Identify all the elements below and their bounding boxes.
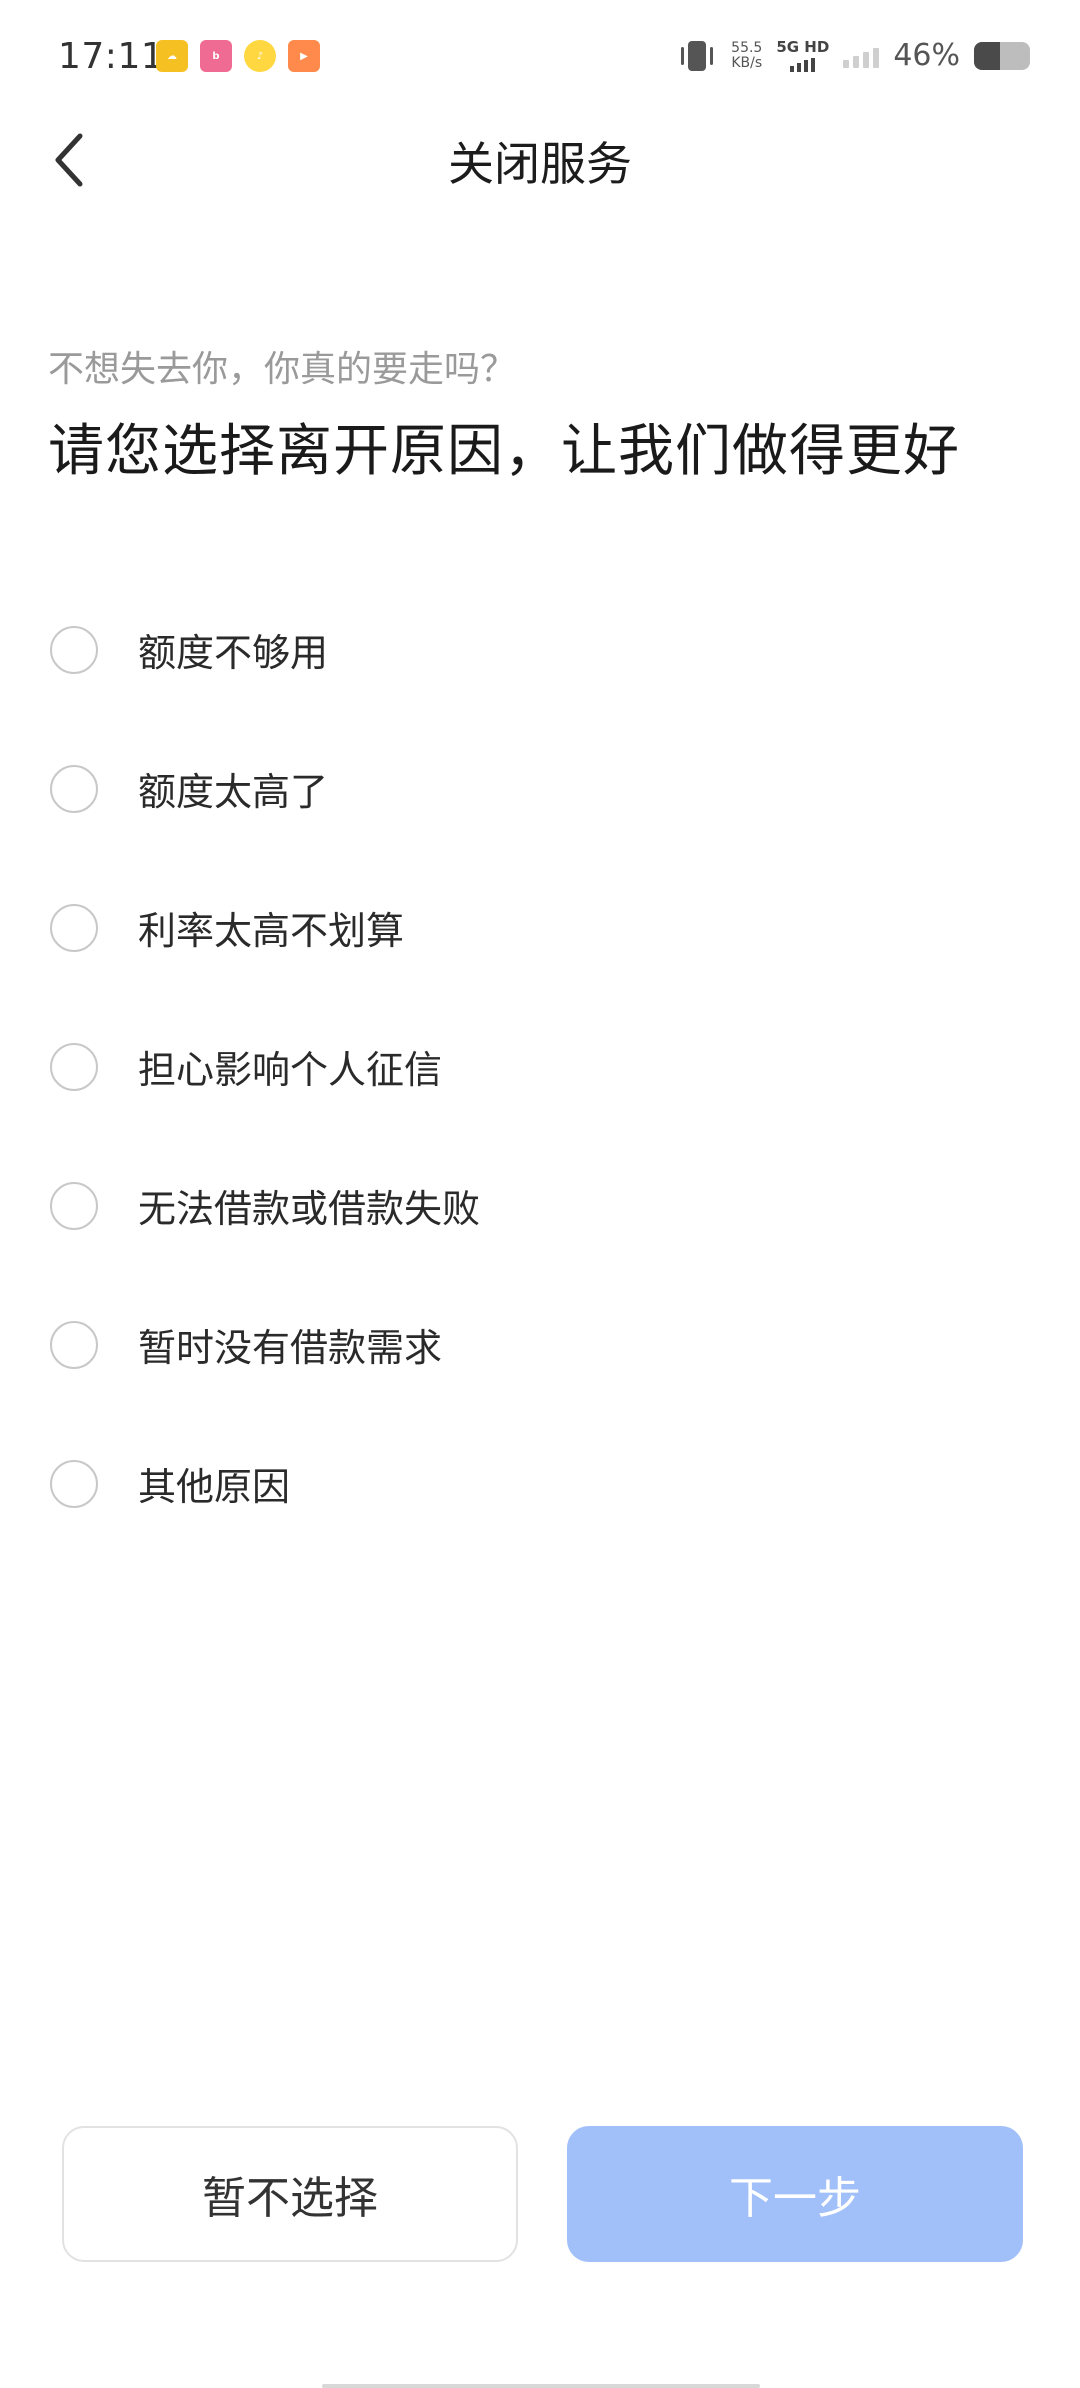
reason-options-list: 额度不够用 额度太高了 利率太高不划算 担心影响个人征信 无法借款或借款失败 暂… <box>0 580 1080 1553</box>
mobile-signal-icon <box>776 58 829 72</box>
network-type: 5G HD <box>776 39 829 72</box>
notification-icons: ☁ b ♪ ▶ <box>156 40 320 72</box>
close-service-page: 17:11 ☁ b ♪ ▶ 55.5 KB/s 5G HD 46% 关闭服务 不… <box>0 0 1080 2388</box>
status-time: 17:11 <box>58 36 165 77</box>
reason-option[interactable]: 利率太高不划算 <box>0 858 1080 997</box>
radio-button[interactable] <box>50 903 98 952</box>
battery-icon <box>974 41 1030 70</box>
status-bar: 17:11 ☁ b ♪ ▶ 55.5 KB/s 5G HD 46% <box>0 0 1080 120</box>
reason-label: 利率太高不划算 <box>138 909 405 953</box>
headline: 请您选择离开原因，让我们做得更好 <box>48 419 960 484</box>
home-indicator[interactable] <box>322 2384 760 2388</box>
reason-label: 额度不够用 <box>138 631 329 675</box>
reason-option[interactable]: 其他原因 <box>0 1414 1080 1553</box>
reason-label: 无法借款或借款失败 <box>138 1187 481 1231</box>
nav-bar: 关闭服务 <box>0 110 1080 230</box>
reason-label: 暂时没有借款需求 <box>138 1326 443 1370</box>
video-app-icon: ▶ <box>288 40 320 72</box>
secondary-signal-icon <box>843 44 880 68</box>
network-speed-value: 55.5 <box>731 39 763 56</box>
reason-label: 担心影响个人征信 <box>138 1048 443 1092</box>
radio-button[interactable] <box>50 1181 98 1230</box>
bilibili-app-icon: b <box>200 40 232 72</box>
radio-button[interactable] <box>50 1320 98 1369</box>
page-title: 关闭服务 <box>448 137 632 191</box>
skip-button[interactable]: 暂不选择 <box>62 2126 518 2262</box>
radio-button[interactable] <box>50 1459 98 1508</box>
system-icons: 55.5 KB/s 5G HD 46% <box>677 38 1030 73</box>
reason-option[interactable]: 暂时没有借款需求 <box>0 1275 1080 1414</box>
music-app-icon: ♪ <box>244 40 276 72</box>
reason-option[interactable]: 额度太高了 <box>0 719 1080 858</box>
reason-label: 额度太高了 <box>138 770 329 814</box>
vibrate-icon <box>677 39 717 73</box>
radio-button[interactable] <box>50 625 98 674</box>
battery-fill <box>974 41 1000 70</box>
reason-option[interactable]: 无法借款或借款失败 <box>0 1136 1080 1275</box>
network-speed-unit: KB/s <box>731 54 763 71</box>
radio-button[interactable] <box>50 764 98 813</box>
subtitle: 不想失去你，你真的要走吗？ <box>48 349 517 390</box>
radio-button[interactable] <box>50 1042 98 1091</box>
network-type-label: 5G HD <box>776 38 830 56</box>
network-speed: 55.5 KB/s <box>731 39 763 71</box>
weather-cloud-icon: ☁ <box>156 40 188 72</box>
reason-option[interactable]: 担心影响个人征信 <box>0 997 1080 1136</box>
reason-label: 其他原因 <box>138 1465 291 1509</box>
next-step-button[interactable]: 下一步 <box>567 2126 1023 2262</box>
battery-percent: 46% <box>893 38 960 73</box>
reason-option[interactable]: 额度不够用 <box>0 580 1080 719</box>
